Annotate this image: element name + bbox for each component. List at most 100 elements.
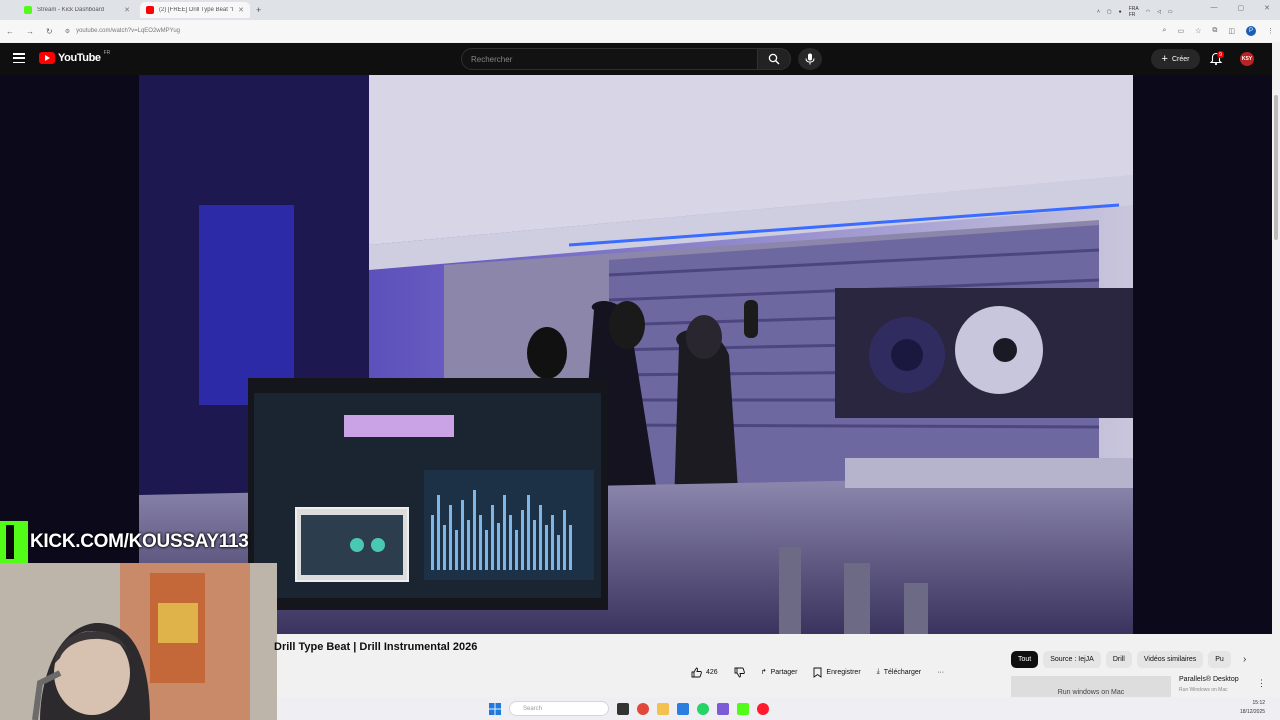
mail-icon[interactable]	[677, 702, 689, 715]
opera-icon[interactable]	[757, 702, 769, 715]
windows-start-icon[interactable]	[489, 702, 501, 715]
search-icon	[768, 53, 780, 65]
sidebar-icon[interactable]: ◫	[1228, 27, 1235, 35]
share-button[interactable]: ↱ Partager	[753, 663, 806, 681]
language-indicator[interactable]: FRA FR	[1129, 6, 1139, 18]
taskbar-apps: Search	[489, 701, 769, 716]
reload-icon[interactable]: ↻	[46, 27, 53, 36]
browser-tab-strip: Stream - Kick Dashboard ✕ (2) [FREE] Dri…	[0, 0, 1280, 20]
tray-mic-icon[interactable]: ●	[1119, 9, 1122, 15]
ad-subtitle: Run Windows on Mac	[1179, 687, 1228, 693]
profile-avatar[interactable]: P	[1246, 26, 1256, 36]
download-label: Télécharger	[883, 668, 922, 676]
volume-icon[interactable]: ◁	[1157, 9, 1161, 15]
ad-thumbnail[interactable]: Run windows on Mac	[1011, 676, 1171, 698]
youtube-logo[interactable]: YouTube FR	[39, 50, 111, 64]
dislike-button[interactable]	[726, 663, 753, 681]
language-bottom: FR	[1128, 12, 1136, 18]
kick-overlay-banner: KICK.COM/KOUSSAY113	[0, 521, 249, 563]
tab-title: Stream - Kick Dashboard	[37, 7, 105, 13]
clock-date: 18/12/2025	[1240, 709, 1266, 715]
bookmark-icon	[813, 667, 822, 678]
webcam-overlay	[0, 563, 277, 720]
youtube-favicon-icon	[146, 6, 154, 14]
sponsored-card[interactable]: Run windows on Mac Parallels® Desktop Ru…	[1011, 676, 1266, 698]
windows-taskbar: Search	[277, 697, 1280, 720]
download-button[interactable]: ⤓ Télécharger	[869, 663, 929, 681]
cast-icon[interactable]: ▭	[1177, 27, 1184, 35]
new-tab-button[interactable]: +	[256, 5, 261, 15]
youtube-play-icon	[39, 52, 55, 64]
chips-next-chevron-icon[interactable]: ›	[1243, 654, 1246, 665]
tray-app-icon[interactable]: ▢	[1107, 9, 1112, 15]
window-controls: — ▢ ✕	[1211, 4, 1271, 12]
teams-icon[interactable]	[717, 702, 729, 715]
guide-menu-icon[interactable]	[13, 53, 25, 63]
video-title: Drill Type Beat | Drill Instrumental 202…	[274, 641, 478, 653]
extensions-icon[interactable]: ⧉	[1212, 27, 1217, 35]
bookmark-star-icon[interactable]: ☆	[1195, 27, 1201, 35]
chip-more[interactable]: Pu	[1208, 651, 1231, 668]
region-code: FR	[103, 50, 111, 56]
account-avatar[interactable]: KSY	[1240, 52, 1254, 66]
download-icon: ⤓	[876, 668, 880, 675]
ad-title[interactable]: Parallels® Desktop	[1179, 676, 1239, 683]
battery-icon[interactable]: ▭	[1168, 9, 1173, 15]
create-button[interactable]: + Créer	[1151, 49, 1200, 69]
chip-drill[interactable]: Drill	[1105, 651, 1132, 668]
taskbar-search-input[interactable]: Search	[509, 701, 609, 716]
more-dots-icon: ···	[937, 668, 945, 676]
toolbar-icons: ⌕ ▭ ☆ ⧉ ◫ P ⋮	[1163, 26, 1274, 36]
thumbs-up-icon	[691, 667, 702, 677]
page-scrollbar[interactable]	[1272, 43, 1280, 720]
address-bar[interactable]: ⚙ youtube.com/watch?v=LqEO2wMPYug	[65, 23, 1135, 39]
chip-similar[interactable]: Vidéos similaires	[1136, 651, 1204, 668]
clock-time: 15:12	[1252, 700, 1266, 706]
chip-all[interactable]: Tout	[1011, 651, 1039, 668]
taskbar-clock[interactable]: 15:12 18/12/2025	[1240, 699, 1265, 717]
chip-source[interactable]: Source : IejJA	[1043, 651, 1101, 668]
search-button[interactable]	[757, 48, 791, 70]
forward-icon[interactable]: →	[26, 27, 34, 36]
zoom-icon[interactable]: ⌕	[1163, 27, 1167, 35]
search-input[interactable]: Rechercher	[461, 48, 758, 70]
close-tab-icon[interactable]: ✕	[124, 6, 130, 14]
tab-title: (2) [FREE] Drill Type Beat "I	[159, 7, 234, 13]
maximize-icon[interactable]: ▢	[1238, 4, 1245, 12]
create-label: Créer	[1171, 55, 1190, 63]
video-actions: 426 ↱ Partager Enregistrer ⤓ Télécharger…	[683, 663, 952, 681]
voice-search-button[interactable]	[798, 48, 822, 70]
scrollbar-thumb[interactable]	[1274, 95, 1278, 240]
file-explorer-icon[interactable]	[657, 702, 669, 715]
tray-chevron-icon[interactable]: ˄	[1097, 9, 1100, 15]
like-button[interactable]: 426	[683, 663, 726, 681]
close-window-icon[interactable]: ✕	[1264, 4, 1270, 12]
browser-tab-youtube[interactable]: (2) [FREE] Drill Type Beat "I ✕	[140, 2, 250, 18]
video-frame[interactable]	[139, 75, 1133, 634]
wifi-icon[interactable]: ◠	[1146, 9, 1150, 15]
kick-app-icon[interactable]	[737, 702, 749, 715]
youtube-header: YouTube FR Rechercher + Créer 9 KSY	[0, 43, 1280, 75]
like-count: 426	[706, 668, 718, 676]
browser-toolbar: ← → ↻ ⚙ youtube.com/watch?v=LqEO2wMPYug …	[0, 20, 1280, 42]
browser-tab-kick[interactable]: Stream - Kick Dashboard ✕	[18, 2, 136, 18]
more-actions-button[interactable]: ···	[929, 663, 952, 681]
back-icon[interactable]: ←	[6, 27, 14, 36]
save-label: Enregistrer	[826, 668, 861, 676]
kick-url: KICK.COM/KOUSSAY113	[30, 531, 249, 552]
chrome-icon[interactable]	[637, 702, 649, 715]
whatsapp-icon[interactable]	[697, 702, 709, 715]
ad-menu-dots-icon[interactable]: ⋮	[1257, 678, 1266, 689]
video-scene-image	[139, 75, 1133, 634]
plus-icon: +	[1161, 53, 1168, 65]
site-info-icon[interactable]: ⚙	[65, 28, 70, 35]
save-button[interactable]: Enregistrer	[805, 663, 868, 681]
menu-dots-icon[interactable]: ⋮	[1267, 27, 1274, 35]
share-icon: ↱	[760, 669, 767, 676]
task-view-icon[interactable]	[617, 702, 629, 715]
webcam-image	[0, 563, 277, 720]
kick-favicon-icon	[24, 6, 32, 14]
youtube-wordmark: YouTube	[58, 52, 101, 64]
minimize-icon[interactable]: —	[1211, 4, 1218, 12]
close-tab-icon[interactable]: ✕	[238, 6, 244, 14]
